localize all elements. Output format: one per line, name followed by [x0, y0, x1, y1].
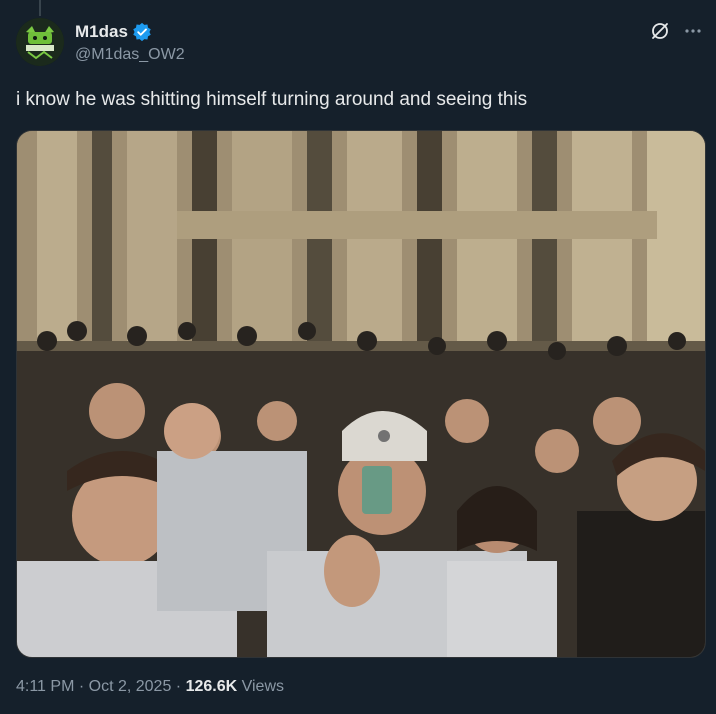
author-display-name[interactable]: M1das: [75, 22, 128, 42]
grok-icon[interactable]: [650, 21, 670, 41]
tweet-meta: 4:11 PM · Oct 2, 2025 · 126.6K Views: [16, 678, 284, 696]
verified-badge-icon: [132, 22, 152, 42]
avatar[interactable]: [16, 18, 64, 66]
meta-separator: ·: [74, 678, 89, 695]
author-handle[interactable]: @M1das_OW2: [75, 46, 185, 64]
views-label: Views: [237, 678, 284, 695]
tweet-text: i know he was shitting himself turning a…: [16, 89, 528, 110]
views-count[interactable]: 126.6K: [186, 678, 238, 696]
meta-separator: ·: [171, 678, 186, 695]
video-thumbnail: [17, 131, 705, 657]
tweet-date[interactable]: Oct 2, 2025: [89, 678, 172, 696]
more-options-icon[interactable]: [682, 21, 704, 41]
tweet-video[interactable]: [16, 130, 706, 658]
avatar-image: [16, 18, 64, 66]
tweet-time[interactable]: 4:11 PM: [16, 678, 74, 696]
thread-line: [39, 0, 41, 16]
author-name-row: M1das: [75, 22, 152, 42]
